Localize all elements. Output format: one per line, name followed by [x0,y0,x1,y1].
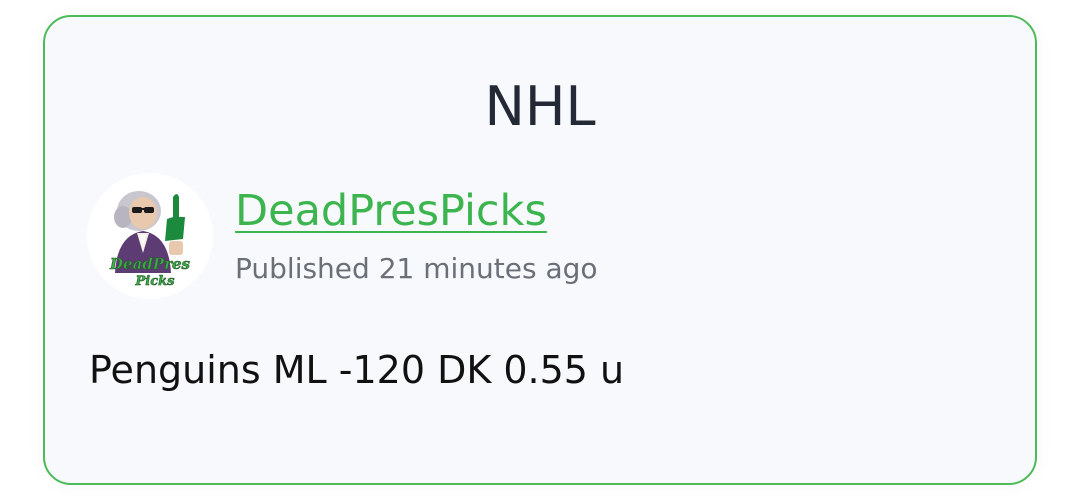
pick-text: Penguins ML -120 DK 0.55 u [89,348,625,392]
author-avatar[interactable]: DeadPres Picks [87,173,213,299]
league-title: NHL [484,75,596,138]
svg-text:DeadPres: DeadPres [109,255,190,273]
pick-card: NHL DeadPres Picks DeadPresPicks Publish… [43,15,1037,485]
published-time: Published 21 minutes ago [235,252,598,285]
avatar-image: DeadPres Picks [109,191,191,289]
svg-text:Picks: Picks [135,274,176,289]
author-name-link[interactable]: DeadPresPicks [235,183,547,239]
